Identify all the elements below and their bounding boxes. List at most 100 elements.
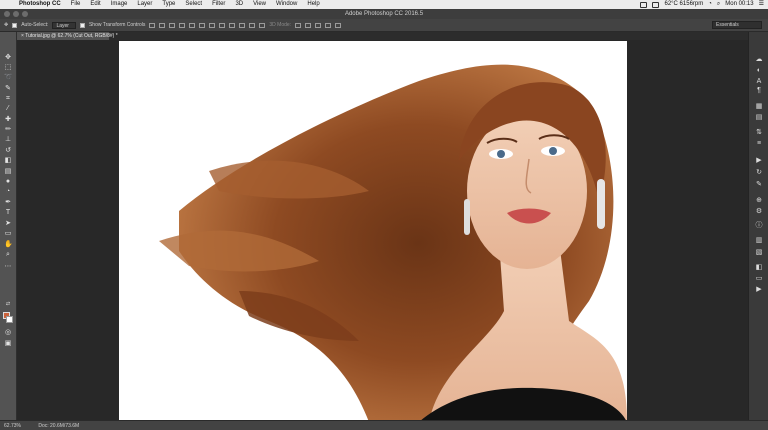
history-brush-icon[interactable]: ↺ — [4, 147, 12, 154]
tab-tutorial[interactable]: × Tutorial.jpg @ 62.7% (Cut Out, RGB/8#)… — [17, 32, 118, 40]
menu-window[interactable]: Window — [271, 0, 302, 9]
swap-colors-icon[interactable]: ⇄ — [4, 301, 12, 308]
clone-source-icon[interactable]: ⊕ — [755, 197, 763, 204]
move-icon[interactable]: ✥ — [4, 54, 12, 61]
background-color-swatch[interactable] — [6, 316, 13, 323]
styles-icon[interactable]: ▧ — [755, 249, 763, 256]
menu-image[interactable]: Image — [106, 0, 133, 9]
zoom-icon[interactable]: ⌕ — [4, 251, 12, 258]
temperature-readout[interactable]: 62°C 6156rpm — [664, 0, 703, 9]
auto-select-label: Auto-Select: — [21, 22, 49, 28]
layers-icon[interactable]: ▦ — [755, 103, 763, 110]
transform-controls-checkbox[interactable] — [79, 22, 85, 28]
menu-list-icon[interactable]: ☰ — [759, 0, 764, 9]
quick-mask-icon[interactable]: ◎ — [4, 329, 12, 336]
hand-icon[interactable]: ✋ — [4, 241, 13, 248]
more-tools-icon[interactable]: ⋯ — [4, 263, 12, 270]
window-title: Adobe Photoshop CC 2016.5 — [344, 11, 424, 17]
distribute-top-icon[interactable] — [209, 22, 216, 28]
menu-help[interactable]: Help — [302, 0, 324, 9]
type-icon[interactable]: T — [4, 209, 12, 216]
tab-close-icon[interactable]: × — [21, 33, 24, 39]
properties-icon[interactable]: ≡ — [755, 140, 763, 147]
tools-panel: ✥ ⬚ ➰ ✎ ⌗ ⁄ ✚ ✏ ⊥ ↺ ◧ ▤ ● ◔ ✒ T ➤ ▭ ✋ ⌕ … — [0, 32, 17, 420]
menu-view[interactable]: View — [248, 0, 271, 9]
auto-select-checkbox[interactable] — [12, 22, 18, 28]
menu-app[interactable]: Photoshop CC — [14, 0, 66, 9]
menu-select[interactable]: Select — [180, 0, 207, 9]
clone-stamp-icon[interactable]: ⊥ — [4, 136, 12, 143]
panel-dock: ☁ ◐ A ¶ ▦ ▤ ⇅ ≡ ▶ ↻ ✎ ⊕ ⚙ ⓘ ▥ ▧ ◧ ▭ ▶ — [748, 32, 768, 420]
3d-mode-label: 3D Mode: — [269, 22, 292, 28]
wifi-icon[interactable]: ◔ — [708, 0, 712, 9]
libraries-icon[interactable]: ☁ — [755, 56, 763, 63]
clock[interactable]: Mon 00:13 — [725, 0, 753, 9]
display-icon[interactable] — [652, 1, 660, 8]
minimize-button[interactable] — [13, 11, 19, 17]
path-select-icon[interactable]: ➤ — [4, 220, 12, 227]
zoom-level[interactable]: 62.73% — [4, 423, 21, 429]
quick-select-icon[interactable]: ✎ — [4, 85, 12, 92]
auto-select-dropdown[interactable]: Layer — [52, 21, 76, 29]
align-right-icon[interactable] — [199, 22, 206, 28]
screen-mode-icon[interactable]: ▣ — [4, 340, 12, 347]
distribute-middle-icon[interactable] — [219, 22, 226, 28]
3d-roll-icon[interactable] — [305, 22, 312, 28]
channels-icon[interactable]: ▤ — [755, 114, 763, 121]
macos-menubar: Photoshop CC File Edit Image Layer Type … — [0, 0, 768, 9]
align-left-icon[interactable] — [179, 22, 186, 28]
align-bottom-icon[interactable] — [169, 22, 176, 28]
play-icon[interactable]: ▶ — [755, 157, 763, 164]
menu-filter[interactable]: Filter — [207, 0, 230, 9]
align-middle-icon[interactable] — [159, 22, 166, 28]
timeline-icon[interactable]: ▭ — [755, 275, 763, 282]
close-button[interactable] — [4, 11, 10, 17]
move-tool-icon[interactable]: ✥ — [4, 22, 8, 28]
menu-file[interactable]: File — [66, 0, 86, 9]
pen-icon[interactable]: ✒ — [4, 199, 12, 206]
healing-icon[interactable]: ✚ — [4, 116, 12, 123]
image-canvas[interactable] — [119, 41, 627, 422]
marquee-icon[interactable]: ⬚ — [4, 64, 12, 71]
tool-presets-icon[interactable]: ⚙ — [755, 208, 763, 215]
3d-pan-icon[interactable] — [315, 22, 322, 28]
distribute-left-icon[interactable] — [239, 22, 246, 28]
blur-icon[interactable]: ● — [4, 178, 12, 185]
menu-3d[interactable]: 3D — [230, 0, 248, 9]
paths-icon[interactable]: ⇅ — [755, 129, 763, 136]
paragraph-icon[interactable]: ¶ — [755, 87, 763, 94]
3d-slide-icon[interactable] — [325, 22, 332, 28]
distribute-right-icon[interactable] — [259, 22, 266, 28]
3d-rotate-icon[interactable] — [295, 22, 302, 28]
lasso-icon[interactable]: ➰ — [4, 74, 13, 81]
align-top-icon[interactable] — [149, 22, 156, 28]
menu-edit[interactable]: Edit — [85, 0, 105, 9]
status-bar: 62.73% Doc: 20.6M/73.6M — [0, 420, 768, 430]
zoom-button[interactable] — [22, 11, 28, 17]
search-icon[interactable]: ⌕ — [717, 0, 720, 9]
swatches-icon[interactable]: ▥ — [755, 237, 763, 244]
menu-layer[interactable]: Layer — [132, 0, 157, 9]
distribute-center-icon[interactable] — [249, 22, 256, 28]
character-icon[interactable]: A — [755, 78, 763, 85]
document-size[interactable]: Doc: 20.6M/73.6M — [38, 423, 79, 429]
menu-type[interactable]: Type — [157, 0, 180, 9]
distribute-bottom-icon[interactable] — [229, 22, 236, 28]
eraser-icon[interactable]: ◧ — [4, 157, 12, 164]
notes-icon[interactable]: ◧ — [755, 264, 763, 271]
workspace-switcher[interactable]: Essentials — [712, 21, 762, 29]
brush-icon[interactable]: ✏ — [4, 126, 12, 133]
align-center-icon[interactable] — [189, 22, 196, 28]
3d-scale-icon[interactable] — [335, 22, 342, 28]
eyedropper-icon[interactable]: ⁄ — [4, 105, 12, 112]
crop-icon[interactable]: ⌗ — [4, 95, 12, 102]
info-icon[interactable]: ⓘ — [755, 222, 763, 229]
brush-presets-icon[interactable]: ✎ — [755, 181, 763, 188]
dodge-icon[interactable]: ◔ — [4, 188, 12, 195]
gradient-icon[interactable]: ▤ — [4, 168, 12, 175]
history-icon[interactable]: ↻ — [755, 169, 763, 176]
adjust-icon[interactable]: ◐ — [755, 67, 763, 74]
dropbox-icon[interactable] — [640, 1, 648, 8]
rectangle-icon[interactable]: ▭ — [4, 230, 12, 237]
measurement-icon[interactable]: ▶ — [755, 286, 763, 293]
